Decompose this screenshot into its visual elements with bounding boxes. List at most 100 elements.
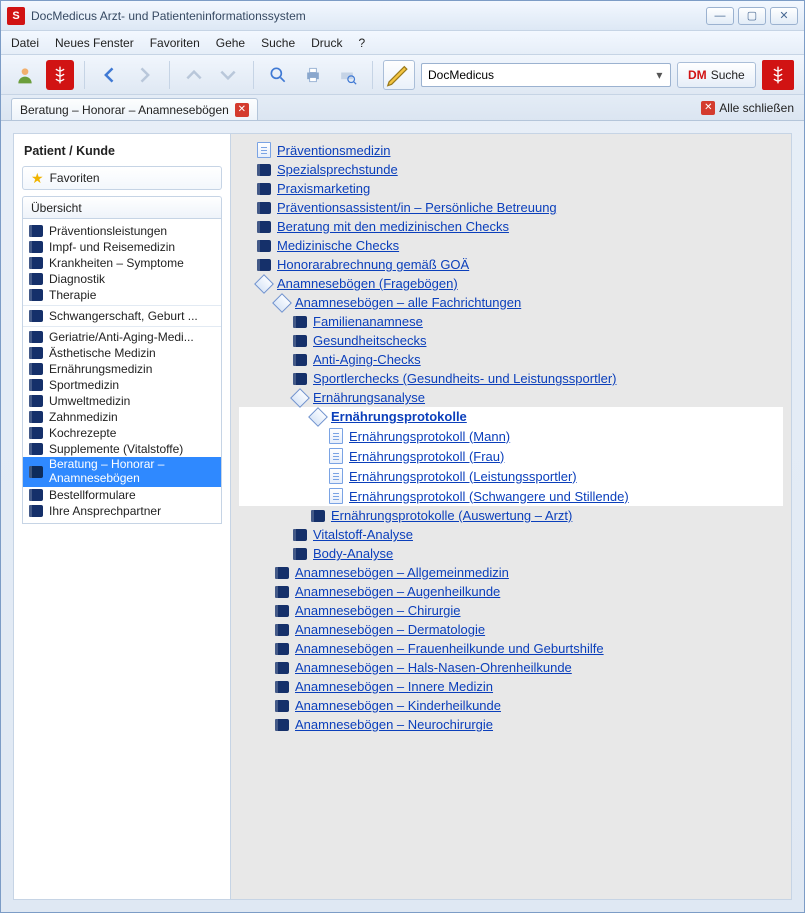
tree-node[interactable]: Praxismarketing: [239, 179, 783, 198]
tree-node-link[interactable]: Praxismarketing: [277, 181, 370, 196]
tree-node-link[interactable]: Beratung mit den medizinischen Checks: [277, 219, 509, 234]
tree-node-link[interactable]: Anamnesebögen – Frauenheilkunde und Gebu…: [295, 641, 604, 656]
tree-node-link[interactable]: Präventionsassistent/in – Persönliche Be…: [277, 200, 557, 215]
sidebar-item[interactable]: Schwangerschaft, Geburt ...: [23, 305, 221, 324]
tree-node[interactable]: Vitalstoff-Analyse: [239, 525, 783, 544]
tree-node-link[interactable]: Anamnesebögen – Chirurgie: [295, 603, 461, 618]
tree-node-link[interactable]: Body-Analyse: [313, 546, 393, 561]
search-input[interactable]: ▾: [421, 63, 671, 87]
menu-gehe[interactable]: Gehe: [216, 36, 245, 50]
tree-node-link[interactable]: Spezialsprechstunde: [277, 162, 398, 177]
tree-node-link[interactable]: Ernährungsprotokoll (Frau): [349, 449, 504, 464]
caduceus-right-icon[interactable]: [762, 60, 794, 90]
caduceus-icon[interactable]: [46, 60, 75, 90]
menu-help[interactable]: ?: [358, 36, 365, 50]
dropdown-icon[interactable]: ▾: [653, 68, 666, 82]
close-button[interactable]: ✕: [770, 7, 798, 25]
tree-node[interactable]: Anamnesebögen – alle Fachrichtungen: [239, 293, 783, 312]
tree-node-link[interactable]: Ernährungsprotokoll (Schwangere und Stil…: [349, 489, 629, 504]
tree-node[interactable]: Beratung mit den medizinischen Checks: [239, 217, 783, 236]
sidebar-item[interactable]: Impf- und Reisemedizin: [23, 239, 221, 255]
tree-node[interactable]: Anamnesebögen – Allgemeinmedizin: [239, 563, 783, 582]
tab-close-icon[interactable]: ✕: [235, 103, 249, 117]
sidebar-item[interactable]: Supplemente (Vitalstoffe): [23, 441, 221, 457]
forward-button[interactable]: [130, 60, 159, 90]
sidebar-item[interactable]: Bestellformulare: [23, 487, 221, 503]
tree-node[interactable]: Anamnesebögen – Dermatologie: [239, 620, 783, 639]
tree-node-link[interactable]: Anti-Aging-Checks: [313, 352, 421, 367]
sidebar-item[interactable]: Diagnostik: [23, 271, 221, 287]
print-preview-icon[interactable]: [333, 60, 362, 90]
back-button[interactable]: [95, 60, 124, 90]
tree-node[interactable]: Medizinische Checks: [239, 236, 783, 255]
tree-node[interactable]: Ernährungsprotokolle (Auswertung – Arzt): [239, 506, 783, 525]
down-button[interactable]: [214, 60, 243, 90]
tree-node-link[interactable]: Vitalstoff-Analyse: [313, 527, 413, 542]
sidebar-item[interactable]: Sportmedizin: [23, 377, 221, 393]
tree-node[interactable]: Ernährungsprotokolle: [239, 407, 783, 426]
menu-neues-fenster[interactable]: Neues Fenster: [55, 36, 134, 50]
search-field[interactable]: [426, 67, 653, 83]
overview-tab[interactable]: Übersicht: [22, 196, 222, 218]
menu-druck[interactable]: Druck: [311, 36, 342, 50]
tree-node[interactable]: Präventionsassistent/in – Persönliche Be…: [239, 198, 783, 217]
tree-node-link[interactable]: Anamnesebögen – Innere Medizin: [295, 679, 493, 694]
tree-node[interactable]: Anti-Aging-Checks: [239, 350, 783, 369]
tree-node-link[interactable]: Ernährungsprotokoll (Mann): [349, 429, 510, 444]
tree-node-link[interactable]: Ernährungsprotokolle: [331, 409, 467, 424]
tree-node[interactable]: Anamnesebögen – Chirurgie: [239, 601, 783, 620]
sidebar-item[interactable]: Zahnmedizin: [23, 409, 221, 425]
user-icon[interactable]: [11, 60, 40, 90]
maximize-button[interactable]: ▢: [738, 7, 766, 25]
tree-node[interactable]: Gesundheitschecks: [239, 331, 783, 350]
sidebar-item[interactable]: Ernährungsmedizin: [23, 361, 221, 377]
sidebar-item[interactable]: Kochrezepte: [23, 425, 221, 441]
tree-node-link[interactable]: Ernährungsprotokolle (Auswertung – Arzt): [331, 508, 572, 523]
tree-node[interactable]: Anamnesebögen – Frauenheilkunde und Gebu…: [239, 639, 783, 658]
tree-node[interactable]: Ernährungsprotokoll (Mann): [239, 426, 783, 446]
tree-node[interactable]: Spezialsprechstunde: [239, 160, 783, 179]
sidebar-item[interactable]: Geriatrie/Anti-Aging-Medi...: [23, 326, 221, 345]
sidebar-item[interactable]: Therapie: [23, 287, 221, 303]
tree-node[interactable]: Body-Analyse: [239, 544, 783, 563]
menu-favoriten[interactable]: Favoriten: [150, 36, 200, 50]
tree-node[interactable]: Ernährungsanalyse: [239, 388, 783, 407]
tree-node-link[interactable]: Gesundheitschecks: [313, 333, 426, 348]
menu-suche[interactable]: Suche: [261, 36, 295, 50]
sidebar-item[interactable]: Umweltmedizin: [23, 393, 221, 409]
sidebar-item[interactable]: Beratung – Honorar –Anamnesebögen: [23, 457, 221, 487]
tree-node-link[interactable]: Anamnesebögen – Allgemeinmedizin: [295, 565, 509, 580]
tree-node[interactable]: Sportlerchecks (Gesundheits- und Leistun…: [239, 369, 783, 388]
tree-node-link[interactable]: Anamnesebögen – Augenheilkunde: [295, 584, 500, 599]
tree-node[interactable]: Anamnesebögen – Hals-Nasen-Ohrenheilkund…: [239, 658, 783, 677]
tree-node-link[interactable]: Anamnesebögen – Neurochirurgie: [295, 717, 493, 732]
minimize-button[interactable]: —: [706, 7, 734, 25]
tree-node[interactable]: Honorarabrechnung gemäß GOÄ: [239, 255, 783, 274]
edit-button[interactable]: [383, 60, 415, 90]
tree-node[interactable]: Anamnesebögen – Innere Medizin: [239, 677, 783, 696]
tree-node[interactable]: Ernährungsprotokoll (Leistungssportler): [239, 466, 783, 486]
tree-node-link[interactable]: Sportlerchecks (Gesundheits- und Leistun…: [313, 371, 616, 386]
print-icon[interactable]: [298, 60, 327, 90]
dm-suche-button[interactable]: DM Suche: [677, 62, 756, 88]
tree-node[interactable]: Anamnesebögen – Augenheilkunde: [239, 582, 783, 601]
zoom-icon[interactable]: [264, 60, 293, 90]
tree-node-link[interactable]: Anamnesebögen – Hals-Nasen-Ohrenheilkund…: [295, 660, 572, 675]
tree-node-link[interactable]: Anamnesebögen – Kinderheilkunde: [295, 698, 501, 713]
tree-node[interactable]: Ernährungsprotokoll (Schwangere und Stil…: [239, 486, 783, 506]
tree-node[interactable]: Anamnesebögen – Neurochirurgie: [239, 715, 783, 734]
tree-node-link[interactable]: Präventionsmedizin: [277, 143, 390, 158]
sidebar-item[interactable]: Ästhetische Medizin: [23, 345, 221, 361]
tree-node-link[interactable]: Anamnesebögen – Dermatologie: [295, 622, 485, 637]
sidebar-item[interactable]: Präventionsleistungen: [23, 223, 221, 239]
tab-beratung[interactable]: Beratung – Honorar – Anamnesebögen ✕: [11, 98, 258, 120]
tree-node[interactable]: Familienanamnese: [239, 312, 783, 331]
tree-view[interactable]: Präventionsmedizin Spezialsprechstunde Pra…: [231, 134, 791, 899]
tree-node-link[interactable]: Anamnesebögen (Fragebögen): [277, 276, 458, 291]
tree-node[interactable]: Anamnesebögen (Fragebögen): [239, 274, 783, 293]
close-all-button[interactable]: ✕ Alle schließen: [701, 97, 794, 119]
tree-node-link[interactable]: Familienanamnese: [313, 314, 423, 329]
tree-node[interactable]: Ernährungsprotokoll (Frau): [239, 446, 783, 466]
favorites-button[interactable]: ★ Favoriten: [22, 166, 222, 190]
sidebar-item[interactable]: Ihre Ansprechpartner: [23, 503, 221, 519]
